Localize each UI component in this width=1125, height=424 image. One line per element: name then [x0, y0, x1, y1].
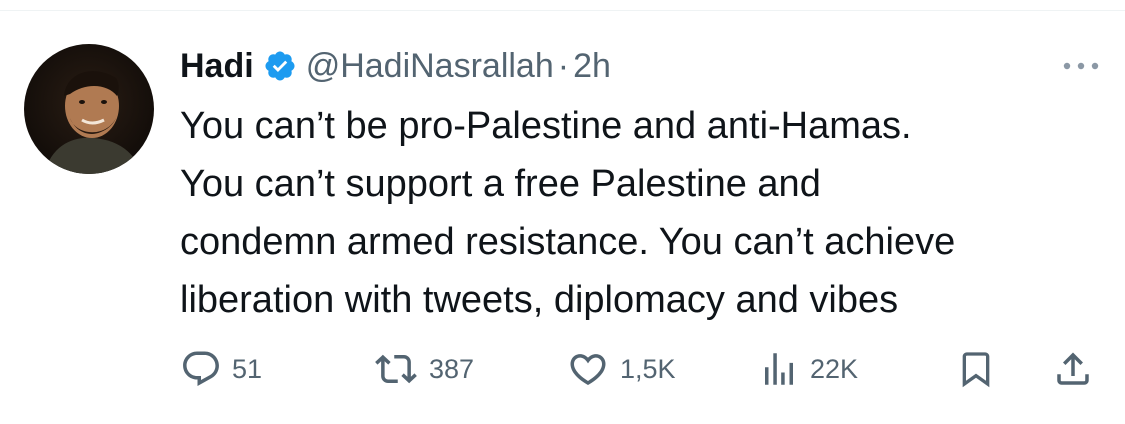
tweet-timestamp[interactable]: 2h	[573, 47, 611, 86]
like-button[interactable]: 1,5K	[566, 347, 676, 391]
author-handle[interactable]: @HadiNasrallah	[306, 47, 554, 86]
views-icon	[758, 348, 800, 390]
bookmark-icon	[956, 348, 996, 390]
avatar-image	[24, 44, 154, 174]
separator-dot: ·	[557, 46, 570, 85]
top-divider	[0, 10, 1125, 11]
share-icon	[1052, 348, 1094, 390]
avatar[interactable]	[24, 44, 154, 174]
tweet-text: You can’t be pro-Palestine and anti-Hama…	[180, 105, 956, 321]
author-name[interactable]: Hadi	[180, 47, 254, 86]
tweet-actions: 51 387 1,5K 22K	[0, 347, 1125, 391]
verified-badge-icon	[263, 49, 297, 83]
repost-count: 387	[429, 353, 475, 384]
repost-button[interactable]: 387	[373, 347, 474, 391]
views-count: 22K	[810, 353, 859, 384]
repost-icon	[373, 348, 419, 390]
heart-icon	[566, 348, 610, 390]
bookmark-button[interactable]	[956, 347, 996, 391]
views-button[interactable]: 22K	[758, 347, 858, 391]
share-button[interactable]	[1052, 347, 1094, 391]
reply-count: 51	[232, 353, 263, 384]
tweet-header: Hadi @HadiNasrallah · 2h	[180, 40, 611, 92]
reply-icon	[180, 348, 222, 390]
reply-button[interactable]: 51	[180, 347, 262, 391]
like-count: 1,5K	[620, 353, 676, 384]
more-icon[interactable]	[1058, 56, 1104, 76]
